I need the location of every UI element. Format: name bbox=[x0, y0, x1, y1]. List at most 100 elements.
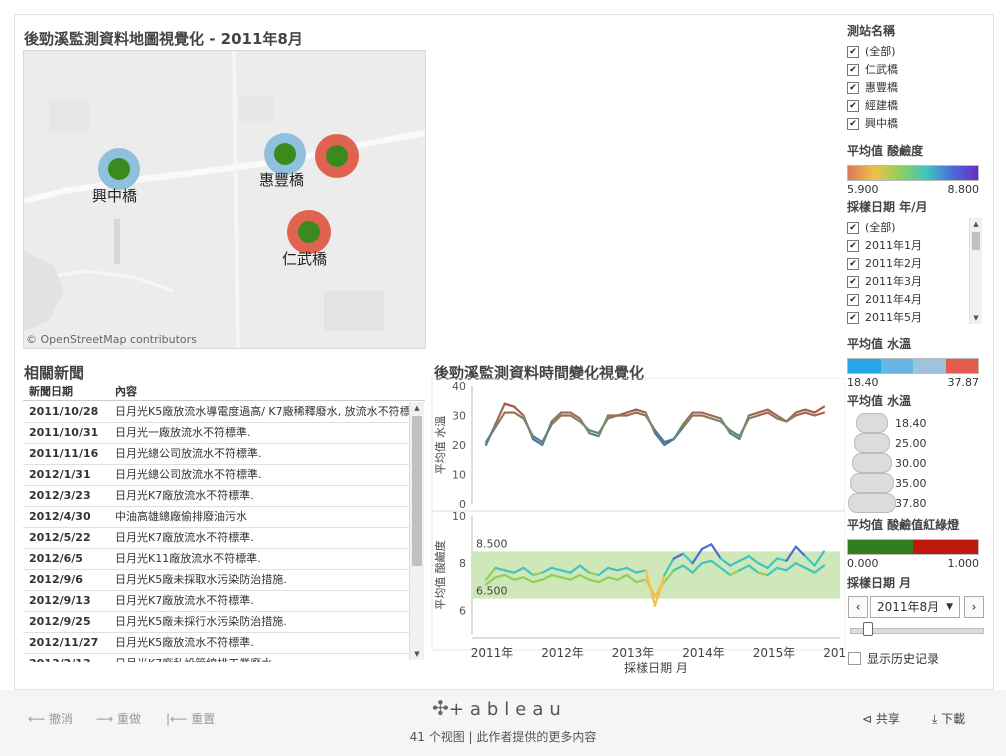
date-option[interactable]: ✔ 2011年4月 bbox=[847, 291, 967, 309]
date-option[interactable]: ✔ (全部) bbox=[847, 219, 967, 237]
scroll-down-icon[interactable]: ▼ bbox=[970, 312, 982, 324]
checkbox-checked-icon[interactable]: ✔ bbox=[847, 100, 859, 112]
y-tick-label: 40 bbox=[452, 380, 466, 393]
ph-redgreen-legend: 平均值 酸鹼值紅綠燈 0.000 1.000 bbox=[847, 516, 987, 570]
scroll-up-icon[interactable]: ▲ bbox=[970, 218, 982, 230]
download-button[interactable]: ⤓ 下載 bbox=[932, 710, 965, 727]
chevron-down-icon: ▼ bbox=[946, 602, 953, 612]
checkbox-checked-icon[interactable]: ✔ bbox=[847, 258, 859, 270]
series-1-segment bbox=[672, 426, 685, 441]
news-col-date: 新聞日期 bbox=[29, 385, 73, 398]
date-option[interactable]: ✔ 2011年3月 bbox=[847, 273, 967, 291]
station-filter: 測站名稱 ✔ (全部) ✔ 仁武橋 ✔ 惠豐橋 ✔ 經建橋 ✔ 興中橋 bbox=[847, 22, 987, 133]
news-date: 2012/9/6 bbox=[29, 573, 83, 586]
tableau-logo-text: +ableau bbox=[448, 699, 567, 720]
month-select[interactable]: 2011年8月 ▼ bbox=[870, 596, 960, 618]
news-row[interactable]: 2012/5/22 日月光K7廠放流水不符標準. bbox=[23, 528, 409, 549]
news-row[interactable]: 2012/6/5 日月光K11廠放流水不符標準. bbox=[23, 549, 409, 570]
date-option[interactable]: ✔ 2011年1月 bbox=[847, 237, 967, 255]
temp-step-swatch bbox=[848, 359, 881, 373]
station-option-label: (全部) bbox=[865, 45, 896, 58]
history-checkbox[interactable] bbox=[848, 652, 861, 665]
date-option[interactable]: ✔ 2011年2月 bbox=[847, 255, 967, 273]
month-next-button[interactable]: › bbox=[964, 596, 984, 618]
history-toggle[interactable]: 显示历史记录 bbox=[848, 650, 939, 667]
news-content: 日月光K5廠未採行水污染防治措施. bbox=[115, 615, 287, 628]
series-1-segment bbox=[597, 417, 610, 435]
month-slider-handle[interactable] bbox=[863, 622, 873, 636]
series-1-segment bbox=[719, 420, 732, 432]
time-series-chart[interactable]: 403020100平均值 水溫8.5006.5001086平均值 酸鹼度2011… bbox=[430, 378, 845, 678]
checkbox-checked-icon[interactable]: ✔ bbox=[847, 276, 859, 288]
news-date: 2013/2/13 bbox=[23, 654, 115, 662]
news-row[interactable]: 2012/9/25 日月光K5廠未採行水污染防治措施. bbox=[23, 612, 409, 633]
band-high-label: 8.500 bbox=[476, 537, 508, 550]
station-option[interactable]: ✔ 興中橋 bbox=[847, 115, 987, 133]
series-1-segment bbox=[813, 411, 826, 417]
news-row[interactable]: 2011/11/16 日月光總公司放流水不符標準. bbox=[23, 444, 409, 465]
news-scrollbar[interactable]: ▲ ▼ bbox=[409, 402, 424, 660]
undo-button[interactable]: ⟵ 撤消 bbox=[28, 710, 73, 727]
news-row[interactable]: 2012/1/31 日月光總公司放流水不符標準. bbox=[23, 465, 409, 486]
checkbox-checked-icon[interactable]: ✔ bbox=[847, 294, 859, 306]
station-option[interactable]: ✔ (全部) bbox=[847, 43, 987, 61]
checkbox-checked-icon[interactable]: ✔ bbox=[847, 222, 859, 234]
station-label-xingzhong: 興中橋 bbox=[92, 187, 138, 205]
temp-size-title: 平均值 水溫 bbox=[847, 394, 912, 408]
station-option[interactable]: ✔ 惠豐橋 bbox=[847, 79, 987, 97]
news-row[interactable]: 2012/9/6 日月光K5廠未採取水污染防治措施. bbox=[23, 570, 409, 591]
station-filter-title: 測站名稱 bbox=[847, 24, 896, 38]
checkbox-checked-icon[interactable]: ✔ bbox=[847, 118, 859, 130]
views-link[interactable]: 41 个视图 | 此作者提供的更多内容 bbox=[0, 728, 1006, 745]
station-map[interactable]: 興中橋 惠豐橋 仁武橋 © OpenStreetMap contributors bbox=[23, 50, 426, 349]
station-xingzhong-marker[interactable] bbox=[98, 148, 140, 190]
checkbox-checked-icon[interactable]: ✔ bbox=[847, 312, 859, 324]
redo-button[interactable]: ⟶ 重做 bbox=[96, 710, 141, 727]
checkbox-checked-icon[interactable]: ✔ bbox=[847, 64, 859, 76]
news-content: 日月光總公司放流水不符標準. bbox=[115, 468, 262, 481]
reset-button[interactable]: |⟵ 重置 bbox=[166, 710, 215, 727]
share-button[interactable]: ⊲ 共享 bbox=[862, 710, 900, 727]
news-row[interactable]: 2012/4/30 中油高雄總廠偷排廢油污水 bbox=[23, 507, 409, 528]
news-content: 日月光總公司放流水不符標準. bbox=[115, 447, 262, 460]
ph-redgreen-bar bbox=[847, 539, 979, 555]
news-row[interactable]: 2012/9/13 日月光K7廠放流水不符標準. bbox=[23, 591, 409, 612]
date-filter: 採樣日期 年/月 ✔ (全部) ✔ 2011年1月 ✔ 2011年2月 ✔ 2011年3月 ✔ 2… bbox=[847, 198, 987, 327]
station-option[interactable]: ✔ 經建橋 bbox=[847, 97, 987, 115]
news-row[interactable]: 2011/10/28 日月光K5廠放流水導電度過高/ K7廠稀釋廢水, 放流水不符… bbox=[23, 402, 409, 423]
reset-icon: |⟵ bbox=[166, 712, 188, 726]
month-prev-button[interactable]: ‹ bbox=[848, 596, 868, 618]
ph-redgreen-title: 平均值 酸鹼值紅綠燈 bbox=[847, 518, 960, 532]
temp-size-label: 35.00 bbox=[895, 476, 927, 490]
checkbox-checked-icon[interactable]: ✔ bbox=[847, 82, 859, 94]
date-scroll-thumb[interactable] bbox=[972, 232, 980, 250]
scroll-up-icon[interactable]: ▲ bbox=[410, 402, 424, 414]
temp-legend-title: 平均值 水溫 bbox=[847, 337, 912, 351]
station-option[interactable]: ✔ 仁武橋 bbox=[847, 61, 987, 79]
news-row[interactable]: 2012/11/27 日月光K5廠放流水不符標準. bbox=[23, 633, 409, 654]
scroll-down-icon[interactable]: ▼ bbox=[410, 648, 424, 660]
share-icon: ⊲ bbox=[862, 712, 873, 726]
ph-reference-band bbox=[472, 551, 840, 599]
redo-label: 重做 bbox=[117, 712, 142, 726]
temp-size-item: 25.00 bbox=[847, 433, 987, 453]
checkbox-checked-icon[interactable]: ✔ bbox=[847, 46, 859, 58]
month-select-value: 2011年8月 bbox=[877, 600, 940, 614]
date-option[interactable]: ✔ 2011年5月 bbox=[847, 309, 967, 327]
tableau-logo[interactable]: ✣+ableau bbox=[432, 696, 567, 720]
series-0-segment bbox=[503, 402, 516, 408]
temp-size-label: 30.00 bbox=[895, 456, 927, 470]
date-option-label: 2011年2月 bbox=[865, 257, 922, 270]
date-scrollbar[interactable]: ▲ ▼ bbox=[969, 218, 982, 324]
news-row[interactable]: 2012/3/23 日月光K7廠放流水不符標準. bbox=[23, 486, 409, 507]
news-row[interactable]: 2013/2/13日月光K7廠私設管線排工業廢水 bbox=[23, 654, 409, 662]
station-jingjian-marker[interactable] bbox=[315, 134, 359, 178]
tableau-footer: ⟵ 撤消 ⟶ 重做 |⟵ 重置 ✣+ableau 41 个视图 | 此作者提供的… bbox=[0, 690, 1006, 756]
news-col-content: 內容 bbox=[115, 385, 137, 398]
news-scroll-thumb[interactable] bbox=[412, 416, 422, 566]
news-row[interactable]: 2011/10/31 日月光一廠放流水不符標準. bbox=[23, 423, 409, 444]
temp-size-item: 18.40 bbox=[847, 413, 987, 433]
checkbox-checked-icon[interactable]: ✔ bbox=[847, 240, 859, 252]
station-label-renwu: 仁武橋 bbox=[282, 250, 328, 268]
y-tick-label: 10 bbox=[452, 469, 466, 482]
